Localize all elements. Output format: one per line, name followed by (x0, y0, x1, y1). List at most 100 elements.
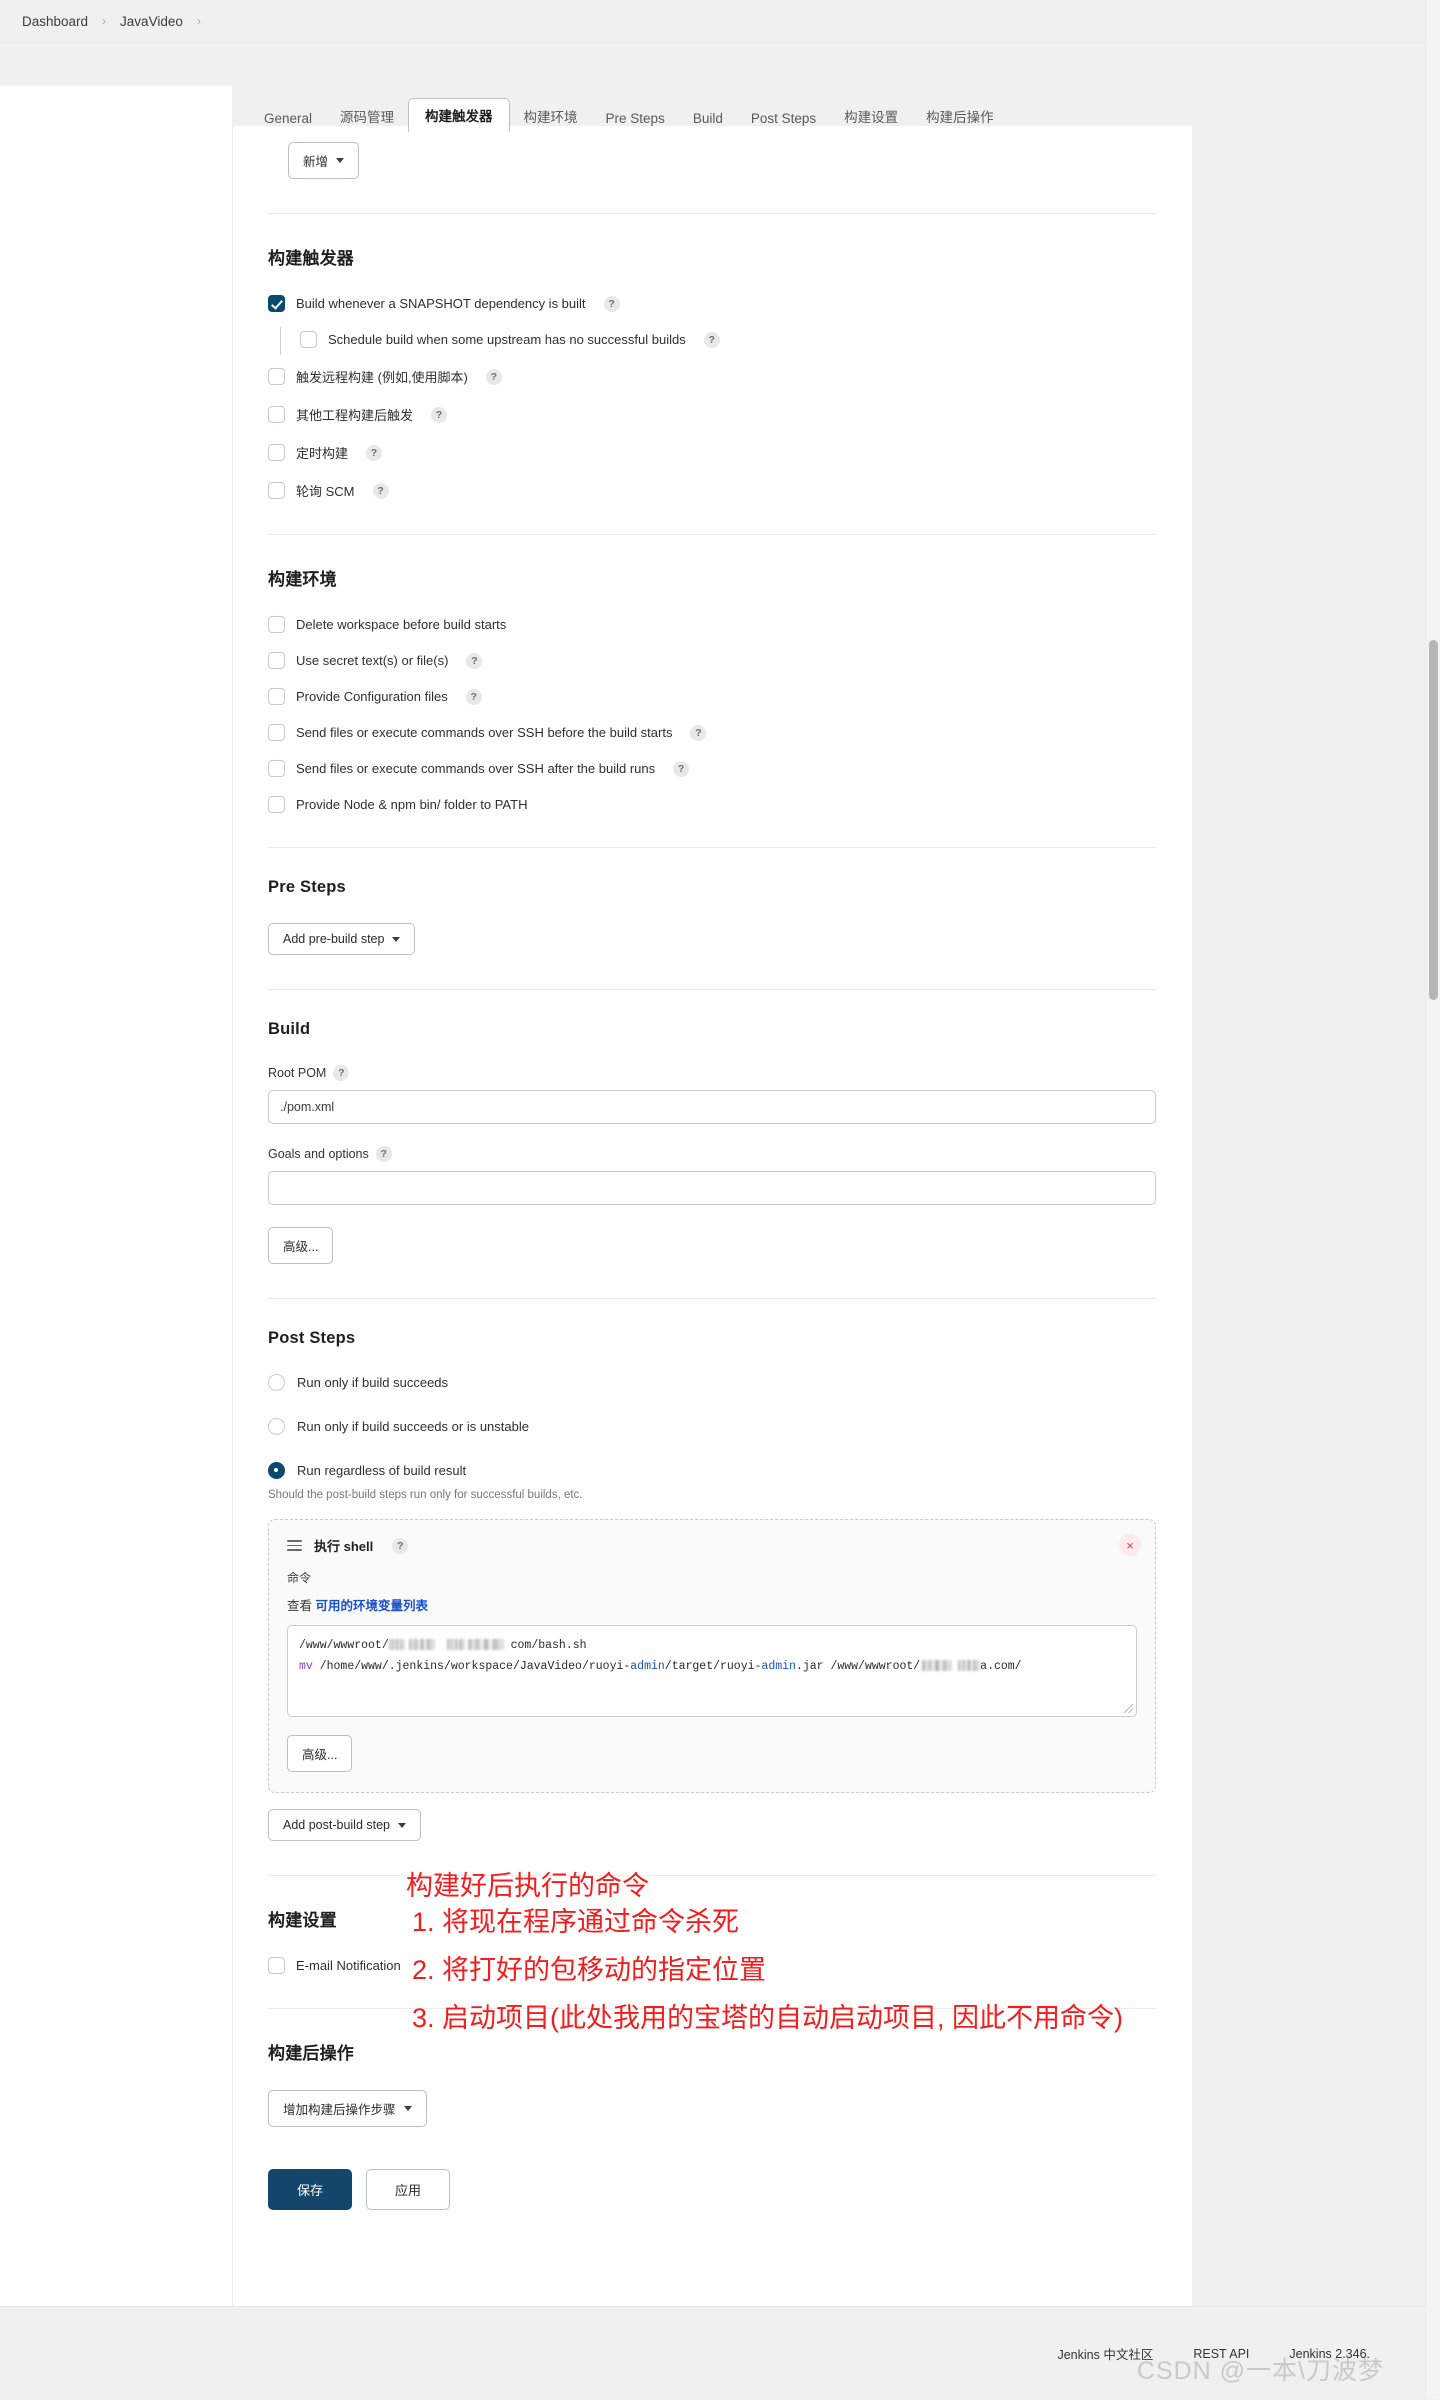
trigger-label: Build whenever a SNAPSHOT dependency is … (296, 296, 586, 311)
section-title-build: Build (268, 1020, 311, 1038)
top-partial-row: 新增 (288, 142, 1156, 179)
checkbox-icon[interactable] (268, 616, 285, 633)
help-icon[interactable]: ? (375, 1146, 392, 1162)
help-icon[interactable]: ? (485, 368, 502, 385)
divider-after-triggers (268, 534, 1156, 535)
shell-advanced-button[interactable]: 高级... (287, 1735, 353, 1772)
redacted-text (446, 1639, 465, 1650)
radio-icon[interactable] (268, 1374, 285, 1391)
env-label: Provide Configuration files (296, 689, 448, 704)
env-provide-config-files[interactable]: Provide Configuration files ? (268, 688, 1156, 705)
command-keyword-mv: mv (299, 1660, 313, 1674)
help-icon[interactable]: ? (431, 406, 448, 423)
post-step-run-on-success-or-unstable[interactable]: Run only if build succeeds or is unstabl… (268, 1418, 1156, 1435)
help-icon[interactable]: ? (466, 652, 483, 669)
add-pre-build-step-button[interactable]: Add pre-build step (268, 923, 416, 955)
env-ssh-after-build[interactable]: Send files or execute commands over SSH … (268, 760, 1156, 777)
checkbox-icon[interactable] (268, 724, 285, 741)
post-step-option-label: Run only if build succeeds (297, 1375, 449, 1390)
post-steps-hint: Should the post-build steps run only for… (268, 1489, 583, 1501)
trigger-scheduled-build[interactable]: 定时构建 ? (268, 443, 1156, 462)
drag-handle-icon[interactable] (287, 1539, 302, 1552)
help-icon[interactable]: ? (690, 724, 707, 741)
help-icon[interactable]: ? (372, 482, 389, 499)
post-step-option-label: Run regardless of build result (297, 1463, 467, 1478)
help-icon[interactable]: ? (366, 444, 383, 461)
shell-advanced-label: 高级... (302, 1748, 338, 1762)
watermark: CSDN @一本\刀波梦 (1136, 2357, 1384, 2385)
trigger-snapshot-dependency[interactable]: Build whenever a SNAPSHOT dependency is … (268, 295, 1156, 312)
env-vars-prefix: 查看 (287, 1599, 313, 1613)
env-label: Use secret text(s) or file(s) (296, 653, 449, 668)
section-title-post-steps: Post Steps (268, 1329, 356, 1347)
root-pom-label-row: Root POM ? (268, 1065, 1156, 1081)
add-post-build-action-button[interactable]: 增加构建后操作步骤 (268, 2090, 427, 2127)
command-line-1: /www/wwwroot/ com/bash.sh (299, 1635, 1125, 1656)
help-icon[interactable]: ? (333, 1065, 350, 1081)
trigger-label: 其他工程构建后触发 (296, 408, 414, 423)
add-button-partial[interactable]: 新增 (288, 142, 360, 179)
config-tabbar: General 源码管理 构建触发器 构建环境 Pre Steps Build … (232, 86, 1192, 132)
chevron-down-icon (392, 936, 401, 942)
checkbox-icon[interactable] (268, 760, 285, 777)
env-node-npm-path[interactable]: Provide Node & npm bin/ folder to PATH (268, 796, 1156, 813)
section-title-build-triggers: 构建触发器 (268, 249, 354, 268)
env-label: Send files or execute commands over SSH … (296, 761, 656, 776)
checkbox-icon[interactable] (268, 295, 285, 312)
post-step-run-regardless[interactable]: Run regardless of build result (268, 1462, 1156, 1479)
command-line-2: mv /home/www/.jenkins/workspace/JavaVide… (299, 1656, 1125, 1677)
resize-handle[interactable] (1124, 1704, 1133, 1713)
checkbox-icon[interactable] (268, 444, 285, 461)
save-button[interactable]: 保存 (268, 2169, 353, 2210)
env-use-secret-text[interactable]: Use secret text(s) or file(s) ? (268, 652, 1156, 669)
post-step-run-on-success[interactable]: Run only if build succeeds (268, 1374, 1156, 1391)
build-setting-email-notification[interactable]: E-mail Notification (268, 1957, 1156, 1974)
breadcrumb-item-javavideo[interactable]: JavaVideo (120, 14, 183, 29)
trigger-remote-build[interactable]: 触发远程构建 (例如,使用脚本) ? (268, 367, 1156, 386)
close-icon[interactable]: × (1119, 1534, 1141, 1556)
env-vars-link[interactable]: 可用的环境变量列表 (316, 1599, 429, 1613)
add-post-build-step-label: Add post-build step (283, 1818, 391, 1832)
root-pom-input[interactable] (268, 1090, 1156, 1124)
env-label: Send files or execute commands over SSH … (296, 725, 673, 740)
shell-command-textarea[interactable]: /www/wwwroot/ com/bash.sh mv /home/www/.… (287, 1625, 1137, 1717)
checkbox-icon[interactable] (268, 368, 285, 385)
checkbox-icon[interactable] (268, 688, 285, 705)
env-ssh-before-build[interactable]: Send files or execute commands over SSH … (268, 724, 1156, 741)
page-scrollbar[interactable] (1427, 0, 1440, 2399)
checkbox-icon[interactable] (268, 482, 285, 499)
redacted-text (958, 1660, 981, 1672)
checkbox-icon[interactable] (300, 331, 317, 348)
breadcrumb-separator-icon-2: › (196, 14, 201, 28)
scrollbar-thumb[interactable] (1429, 640, 1438, 1000)
radio-icon[interactable] (268, 1462, 285, 1479)
help-icon[interactable]: ? (465, 688, 482, 705)
post-step-option-label: Run only if build succeeds or is unstabl… (297, 1419, 529, 1434)
help-icon[interactable]: ? (392, 1537, 409, 1554)
help-icon[interactable]: ? (673, 760, 690, 777)
env-delete-workspace[interactable]: Delete workspace before build starts (268, 616, 1156, 633)
shell-step-title: 执行 shell (314, 1539, 374, 1554)
command-line1-prefix: /www/wwwroot/ (299, 1639, 389, 1652)
apply-button[interactable]: 应用 (366, 2169, 451, 2210)
checkbox-icon[interactable] (268, 652, 285, 669)
trigger-after-other-projects[interactable]: 其他工程构建后触发 ? (268, 405, 1156, 424)
build-advanced-button[interactable]: 高级... (268, 1227, 334, 1264)
breadcrumb-item-dashboard[interactable]: Dashboard (22, 14, 88, 29)
divider-after-post-steps (268, 1875, 1156, 1876)
redacted-text (467, 1639, 504, 1650)
trigger-schedule-upstream[interactable]: Schedule build when some upstream has no… (278, 327, 1156, 355)
trigger-label: 触发远程构建 (例如,使用脚本) (296, 370, 468, 385)
checkbox-icon[interactable] (268, 406, 285, 423)
help-icon[interactable]: ? (603, 295, 620, 312)
checkbox-icon[interactable] (268, 796, 285, 813)
env-label: Provide Node & npm bin/ folder to PATH (296, 797, 528, 812)
trigger-poll-scm[interactable]: 轮询 SCM ? (268, 481, 1156, 500)
add-button-partial-label: 新增 (303, 155, 329, 169)
goals-and-options-input[interactable] (268, 1171, 1156, 1205)
add-post-build-step-button[interactable]: Add post-build step (268, 1809, 422, 1841)
radio-icon[interactable] (268, 1418, 285, 1435)
help-icon[interactable]: ? (703, 331, 720, 348)
checkbox-icon[interactable] (268, 1957, 285, 1974)
divider-after-build (268, 1298, 1156, 1299)
